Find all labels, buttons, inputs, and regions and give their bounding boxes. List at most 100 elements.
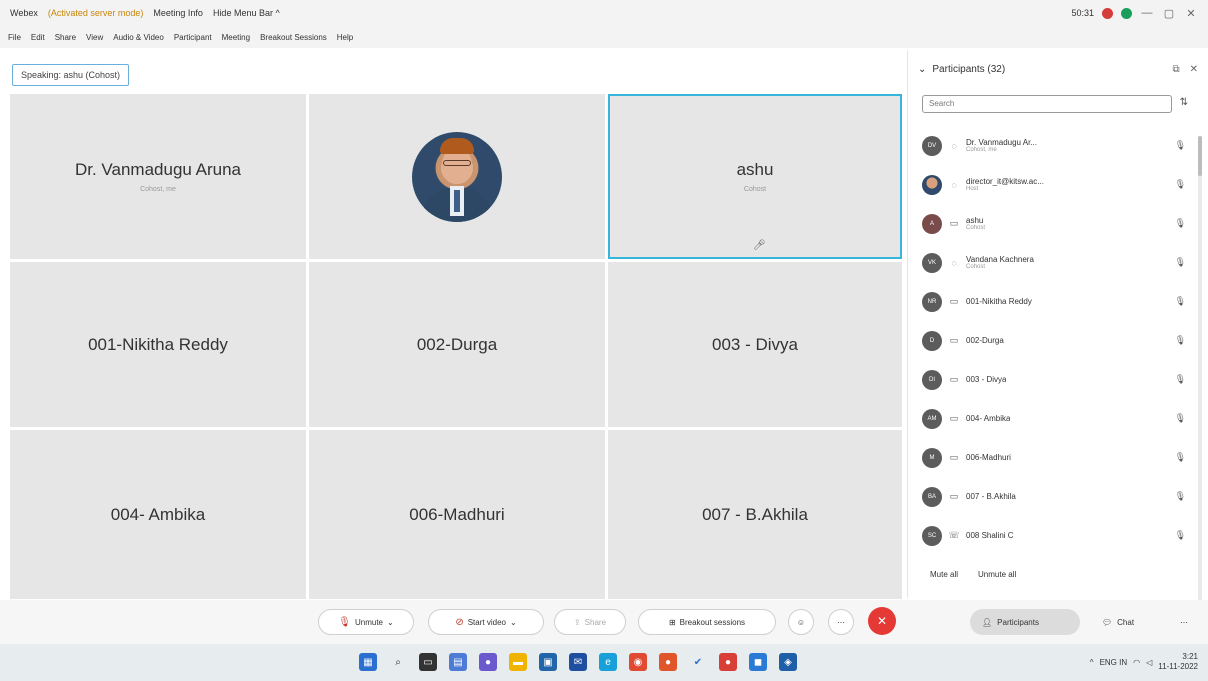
- maximize-icon[interactable]: ▢: [1162, 7, 1176, 20]
- avatar: AM: [922, 408, 942, 429]
- avatar: A: [922, 213, 942, 234]
- chat-button[interactable]: 💬︎ Chat: [1090, 609, 1156, 635]
- participants-toggle-button[interactable]: 👤︎ Participants: [970, 609, 1080, 635]
- system-tray: ^ ENG IN ◠ ◁ 3:21 11-11-2022: [1090, 652, 1198, 672]
- scroll-thumb[interactable]: [1198, 136, 1202, 176]
- participant-tile[interactable]: 003 - Divya: [608, 262, 902, 427]
- unmute-all-button[interactable]: Unmute all: [978, 570, 1016, 579]
- wifi-icon[interactable]: ◠: [1133, 658, 1140, 667]
- unmute-label: Unmute: [354, 617, 383, 627]
- participant-tile[interactable]: 007 - B.Akhila: [608, 430, 902, 599]
- app-icon[interactable]: ●: [659, 653, 677, 671]
- mic-muted-icon: 🎙︎: [338, 616, 351, 628]
- edge-icon[interactable]: e: [599, 653, 617, 671]
- chevron-down-icon[interactable]: ⌄: [918, 64, 926, 75]
- popout-icon[interactable]: ⧉: [1172, 64, 1179, 75]
- list-item[interactable]: ◌ director_it@kitsw.ac... Host 🎙︎: [922, 165, 1192, 204]
- list-item[interactable]: D ▭ 002-Durga 🎙︎: [922, 321, 1192, 360]
- mic-muted-icon[interactable]: 🎙︎: [1175, 413, 1186, 424]
- menu-file[interactable]: File: [8, 33, 21, 42]
- chat-app-icon[interactable]: ●: [479, 653, 497, 671]
- participants-header[interactable]: ⌄ Participants (32): [918, 64, 1005, 75]
- mic-muted-icon[interactable]: 🎙︎: [1175, 140, 1186, 151]
- mic-muted-icon[interactable]: 🎙︎: [1175, 257, 1186, 268]
- list-item[interactable]: BA ▭ 007 - B.Akhila 🎙︎: [922, 477, 1192, 516]
- chevron-up-icon[interactable]: ^: [1090, 658, 1094, 667]
- participant-search-input[interactable]: Search: [922, 95, 1172, 113]
- mic-icon[interactable]: 🎙︎: [1175, 218, 1186, 229]
- mute-all-button[interactable]: Mute all: [930, 570, 958, 579]
- participant-name: 007 - B.Akhila: [966, 492, 1016, 501]
- mic-muted-icon[interactable]: 🎙︎: [1175, 374, 1186, 385]
- app-icon[interactable]: ●: [719, 653, 737, 671]
- clock[interactable]: 3:21 11-11-2022: [1158, 652, 1198, 672]
- mic-muted-icon[interactable]: 🎙︎: [1175, 491, 1186, 502]
- close-icon[interactable]: ✕: [1184, 7, 1198, 20]
- participant-tile[interactable]: 002-Durga: [309, 262, 605, 427]
- mic-muted-icon[interactable]: 🎙︎: [1175, 530, 1186, 541]
- chat-icon: 💬︎: [1102, 617, 1113, 627]
- participant-name: 001-Nikitha Reddy: [966, 297, 1032, 306]
- minimize-icon[interactable]: —: [1140, 7, 1154, 19]
- list-item[interactable]: DI ▭ 003 - Divya 🎙︎: [922, 360, 1192, 399]
- start-video-button[interactable]: ⊘ Start video ⌄: [428, 609, 544, 635]
- more-options-button[interactable]: ⋯: [828, 609, 854, 635]
- mic-muted-icon[interactable]: 🎙︎: [1175, 179, 1186, 190]
- sort-icon[interactable]: ⇅: [1180, 97, 1188, 108]
- list-item[interactable]: AM ▭ 004- Ambika 🎙︎: [922, 399, 1192, 438]
- breakout-sessions-button[interactable]: ⊞ Breakout sessions: [638, 609, 776, 635]
- reactions-button[interactable]: ☺: [788, 609, 814, 635]
- participant-tile[interactable]: 006-Madhuri: [309, 430, 605, 599]
- share-button[interactable]: ⇪ Share: [554, 609, 626, 635]
- widgets-icon[interactable]: ▤: [449, 653, 467, 671]
- list-item[interactable]: SC ☏ 008 Shalini C 🎙︎: [922, 516, 1192, 555]
- task-view-icon[interactable]: ▭: [419, 653, 437, 671]
- hide-menu-bar-button[interactable]: Hide Menu Bar ^: [213, 8, 280, 18]
- list-item[interactable]: M ▭ 006-Madhuri 🎙︎: [922, 438, 1192, 477]
- mail-icon[interactable]: ✉: [569, 653, 587, 671]
- menu-breakout[interactable]: Breakout Sessions: [260, 33, 327, 42]
- store-icon[interactable]: ▣: [539, 653, 557, 671]
- file-explorer-icon[interactable]: ▬: [509, 653, 527, 671]
- record-icon[interactable]: [1102, 7, 1113, 19]
- menu-audio-video[interactable]: Audio & Video: [113, 33, 164, 42]
- list-item[interactable]: DV ◌ Dr. Vanmadugu Ar... Cohost, me 🎙︎: [922, 126, 1192, 165]
- todo-icon[interactable]: ✔: [689, 653, 707, 671]
- menu-meeting[interactable]: Meeting: [222, 33, 250, 42]
- meeting-info-button[interactable]: Meeting Info: [153, 8, 203, 18]
- close-panel-icon[interactable]: ✕: [1190, 64, 1198, 75]
- speaker-icon[interactable]: ◁: [1146, 658, 1152, 667]
- search-icon[interactable]: ⌕: [389, 653, 407, 671]
- participant-tile[interactable]: Dr. Vanmadugu Aruna Cohost, me: [10, 94, 306, 259]
- leave-meeting-button[interactable]: ✕: [868, 607, 896, 635]
- unmute-button[interactable]: 🎙︎ Unmute ⌄: [318, 609, 414, 635]
- start-icon[interactable]: ▦: [359, 653, 377, 671]
- menu-view[interactable]: View: [86, 33, 103, 42]
- participants-title: Participants (32): [932, 64, 1006, 75]
- video-icon: ▭: [949, 335, 959, 345]
- mic-muted-icon[interactable]: 🎙︎: [1175, 452, 1186, 463]
- webex-icon[interactable]: ◈: [779, 653, 797, 671]
- video-off-icon: ⊘: [455, 616, 464, 628]
- participant-tile[interactable]: 001-Nikitha Reddy: [10, 262, 306, 427]
- mic-muted-icon[interactable]: 🎙︎: [1175, 296, 1186, 307]
- outlook-icon[interactable]: ◼: [749, 653, 767, 671]
- list-item[interactable]: NR ▭ 001-Nikitha Reddy 🎙︎: [922, 282, 1192, 321]
- menu-edit[interactable]: Edit: [31, 33, 45, 42]
- participant-name: 002-Durga: [966, 336, 1004, 345]
- tile-name: ashu: [736, 160, 774, 179]
- menu-share[interactable]: Share: [55, 33, 76, 42]
- menu-help[interactable]: Help: [337, 33, 353, 42]
- connection-icon[interactable]: [1121, 7, 1132, 19]
- language-indicator[interactable]: ENG IN: [1100, 658, 1128, 667]
- participant-tile-active[interactable]: ashu Cohost 🎤︎: [608, 94, 902, 259]
- panel-more-button[interactable]: ⋯: [1168, 609, 1202, 635]
- chrome-icon[interactable]: ◉: [629, 653, 647, 671]
- menu-participant[interactable]: Participant: [174, 33, 212, 42]
- list-item[interactable]: VK ◌ Vandana Kachnera Cohost 🎙︎: [922, 243, 1192, 282]
- participant-scrollbar[interactable]: [1198, 136, 1202, 606]
- mic-muted-icon[interactable]: 🎙︎: [1175, 335, 1186, 346]
- participant-tile[interactable]: 004- Ambika: [10, 430, 306, 599]
- list-item[interactable]: A ▭ ashu Cohost 🎙︎: [922, 204, 1192, 243]
- participant-tile[interactable]: [309, 94, 605, 259]
